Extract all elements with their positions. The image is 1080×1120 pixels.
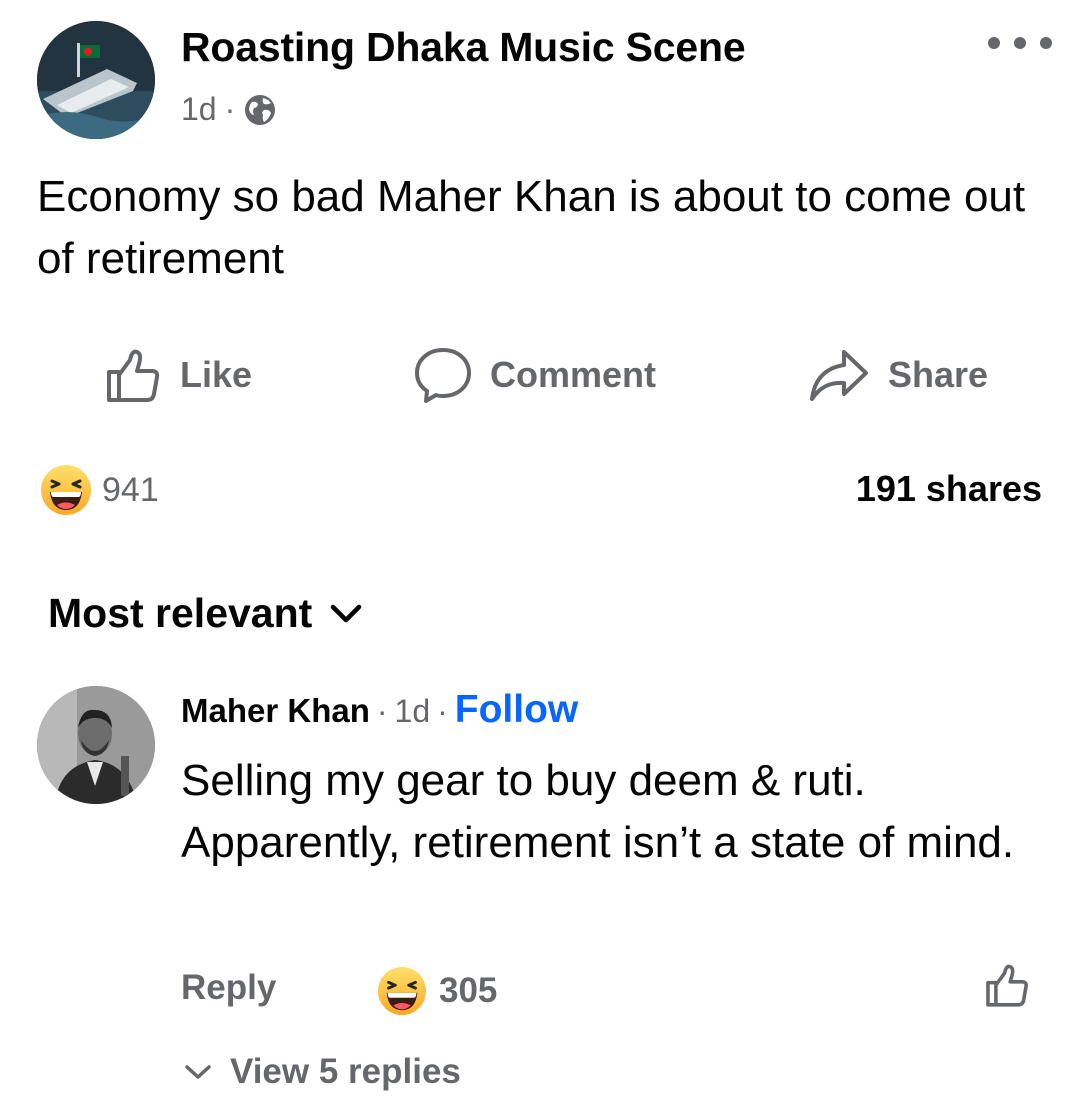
commenter-avatar[interactable]	[37, 686, 155, 804]
page-name[interactable]: Roasting Dhaka Music Scene	[181, 24, 746, 71]
comment-label: Comment	[490, 354, 657, 395]
comment-reaction-summary[interactable]: 305	[377, 966, 497, 1016]
view-replies-button[interactable]: View 5 replies	[184, 1052, 461, 1092]
shares-count[interactable]: 191 shares	[856, 468, 1042, 510]
comment-time: 1d	[394, 693, 431, 729]
more-dot-icon	[988, 37, 1000, 49]
comment-button[interactable]: Comment	[414, 343, 656, 407]
post-text: Economy so bad Maher Khan is about to co…	[37, 172, 1026, 283]
haha-emoji-icon	[41, 465, 91, 515]
thumbs-up-icon	[107, 349, 160, 402]
like-label: Like	[180, 354, 253, 395]
haha-emoji-icon	[377, 966, 427, 1016]
more-options-button[interactable]	[988, 26, 1052, 60]
comment-author[interactable]: Maher Khan	[181, 692, 370, 730]
reaction-count: 941	[102, 470, 159, 509]
meta-separator: ·	[224, 91, 236, 127]
sort-label: Most relevant	[48, 590, 313, 636]
comment-bubble-icon	[415, 348, 471, 403]
like-button[interactable]: Like	[104, 343, 252, 407]
post-time[interactable]: 1d	[181, 91, 217, 128]
share-label: Share	[888, 354, 989, 395]
post-meta: 1d ·	[181, 91, 277, 128]
reply-button[interactable]: Reply	[181, 968, 276, 1008]
reaction-summary[interactable]: 941	[40, 464, 159, 516]
more-dot-icon	[1014, 37, 1026, 49]
comment-reaction-count: 305	[439, 971, 498, 1010]
more-dot-icon	[1040, 37, 1052, 49]
globe-icon	[243, 93, 277, 127]
chevron-down-icon	[331, 604, 362, 622]
view-replies-label: View 5 replies	[230, 1052, 461, 1091]
comment-header: Maher Khan · 1d · Follow	[181, 688, 578, 732]
comment-separator: ·	[437, 693, 448, 729]
comment-text: Selling my gear to buy deem & ruti. Appa…	[181, 756, 1015, 867]
follow-button[interactable]: Follow	[455, 688, 578, 732]
page-avatar[interactable]	[37, 21, 155, 139]
share-arrow-icon	[810, 350, 868, 401]
chevron-down-icon	[185, 1065, 211, 1079]
comment-separator: ·	[376, 693, 388, 729]
share-button[interactable]: Share	[808, 343, 988, 407]
comment-sort-dropdown[interactable]: Most relevant	[48, 590, 362, 637]
post-container: Roasting Dhaka Music Scene 1d · Economy …	[0, 0, 1080, 1120]
comment-like-button[interactable]	[984, 962, 1030, 1008]
thumbs-up-icon	[986, 964, 1028, 1007]
